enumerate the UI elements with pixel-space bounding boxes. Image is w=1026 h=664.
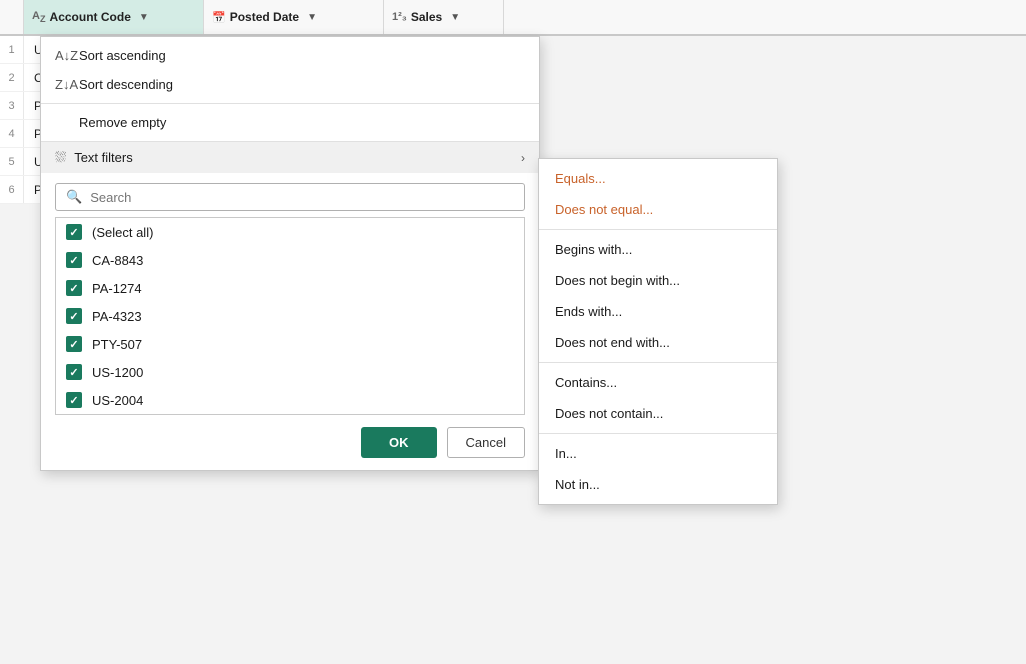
list-item-label: PA-1274 <box>92 281 142 296</box>
filter-footer: OK Cancel <box>41 415 539 470</box>
list-item[interactable]: (Select all) <box>56 218 524 246</box>
filter-dropdown: A↓Z Sort ascending Z↓A Sort descending R… <box>40 36 540 471</box>
list-item-label: PA-4323 <box>92 309 142 324</box>
sales-label: Sales <box>411 10 442 24</box>
sales-type-icon: 1²₃ <box>392 11 407 23</box>
remove-empty-label: Remove empty <box>79 115 166 130</box>
checkbox-pa-4323[interactable] <box>66 308 82 324</box>
account-code-dropdown-button[interactable]: ▼ <box>135 10 153 25</box>
sort-section: A↓Z Sort ascending Z↓A Sort descending <box>41 37 539 104</box>
row-number: 5 <box>0 148 24 175</box>
filter-search-area: 🔍 <box>41 173 539 217</box>
does-not-end-with-item[interactable]: Does not end with... <box>539 327 777 358</box>
column-header-bar: AZ Account Code ▼ 📅 Posted Date ▼ 1²₃ Sa… <box>0 0 1026 36</box>
account-code-type-icon: AZ <box>32 10 46 24</box>
does-not-equal-item[interactable]: Does not equal... <box>539 194 777 225</box>
sales-column-header[interactable]: 1²₃ Sales ▼ <box>384 0 504 34</box>
account-code-label: Account Code <box>50 10 131 24</box>
posted-date-dropdown-button[interactable]: ▼ <box>303 10 321 25</box>
list-item-label: US-1200 <box>92 365 143 380</box>
text-filter-submenu: Equals... Does not equal... Begins with.… <box>538 158 778 505</box>
remove-empty-item[interactable]: Remove empty <box>41 108 539 137</box>
checkbox-us-2004[interactable] <box>66 392 82 408</box>
begins-with-item[interactable]: Begins with... <box>539 234 777 265</box>
submenu-divider <box>539 433 777 434</box>
equals-item[interactable]: Equals... <box>539 163 777 194</box>
list-item[interactable]: US-2004 <box>56 386 524 414</box>
sort-descending-icon: Z↓A <box>55 77 71 92</box>
text-filters-left: ⛆ Text filters <box>55 149 133 166</box>
submenu-divider <box>539 362 777 363</box>
remove-empty-section: Remove empty <box>41 104 539 142</box>
sort-ascending-label: Sort ascending <box>79 48 166 63</box>
search-input[interactable] <box>90 190 514 205</box>
list-item[interactable]: PA-4323 <box>56 302 524 330</box>
checkbox-select-all[interactable] <box>66 224 82 240</box>
filter-list: (Select all) CA-8843 PA-1274 PA-4323 PTY… <box>55 217 525 415</box>
posted-date-type-icon: 📅 <box>212 11 226 24</box>
text-filters-label: Text filters <box>74 150 133 165</box>
contains-item[interactable]: Contains... <box>539 367 777 398</box>
row-number: 6 <box>0 176 24 203</box>
does-not-begin-with-item[interactable]: Does not begin with... <box>539 265 777 296</box>
row-number: 4 <box>0 120 24 147</box>
list-item-label: US-2004 <box>92 393 143 408</box>
list-item[interactable]: US-1200 <box>56 358 524 386</box>
search-icon: 🔍 <box>66 189 82 205</box>
list-item-label: CA-8843 <box>92 253 143 268</box>
does-not-contain-item[interactable]: Does not contain... <box>539 398 777 429</box>
sort-ascending-item[interactable]: A↓Z Sort ascending <box>41 41 539 70</box>
checkbox-us-1200[interactable] <box>66 364 82 380</box>
row-number: 3 <box>0 92 24 119</box>
text-filters-item[interactable]: ⛆ Text filters › <box>41 142 539 173</box>
sort-ascending-icon: A↓Z <box>55 48 71 63</box>
posted-date-label: Posted Date <box>230 10 299 24</box>
filter-search-box[interactable]: 🔍 <box>55 183 525 211</box>
cancel-button[interactable]: Cancel <box>447 427 525 458</box>
list-item-label: PTY-507 <box>92 337 142 352</box>
in-item[interactable]: In... <box>539 438 777 469</box>
not-in-item[interactable]: Not in... <box>539 469 777 500</box>
list-item[interactable]: PTY-507 <box>56 330 524 358</box>
checkbox-ca-8843[interactable] <box>66 252 82 268</box>
list-item-label: (Select all) <box>92 225 153 240</box>
list-item[interactable]: CA-8843 <box>56 246 524 274</box>
list-item[interactable]: PA-1274 <box>56 274 524 302</box>
submenu-divider <box>539 229 777 230</box>
checkbox-pa-1274[interactable] <box>66 280 82 296</box>
checkbox-pty-507[interactable] <box>66 336 82 352</box>
filter-icon: ⛆ <box>55 149 66 166</box>
ok-button[interactable]: OK <box>361 427 437 458</box>
ends-with-item[interactable]: Ends with... <box>539 296 777 327</box>
sales-dropdown-button[interactable]: ▼ <box>446 10 464 25</box>
sort-descending-item[interactable]: Z↓A Sort descending <box>41 70 539 99</box>
posted-date-column-header[interactable]: 📅 Posted Date ▼ <box>204 0 384 34</box>
row-number: 1 <box>0 36 24 63</box>
chevron-right-icon: › <box>521 151 525 165</box>
account-code-column-header[interactable]: AZ Account Code ▼ <box>24 0 204 34</box>
row-number: 2 <box>0 64 24 91</box>
sort-descending-label: Sort descending <box>79 77 173 92</box>
